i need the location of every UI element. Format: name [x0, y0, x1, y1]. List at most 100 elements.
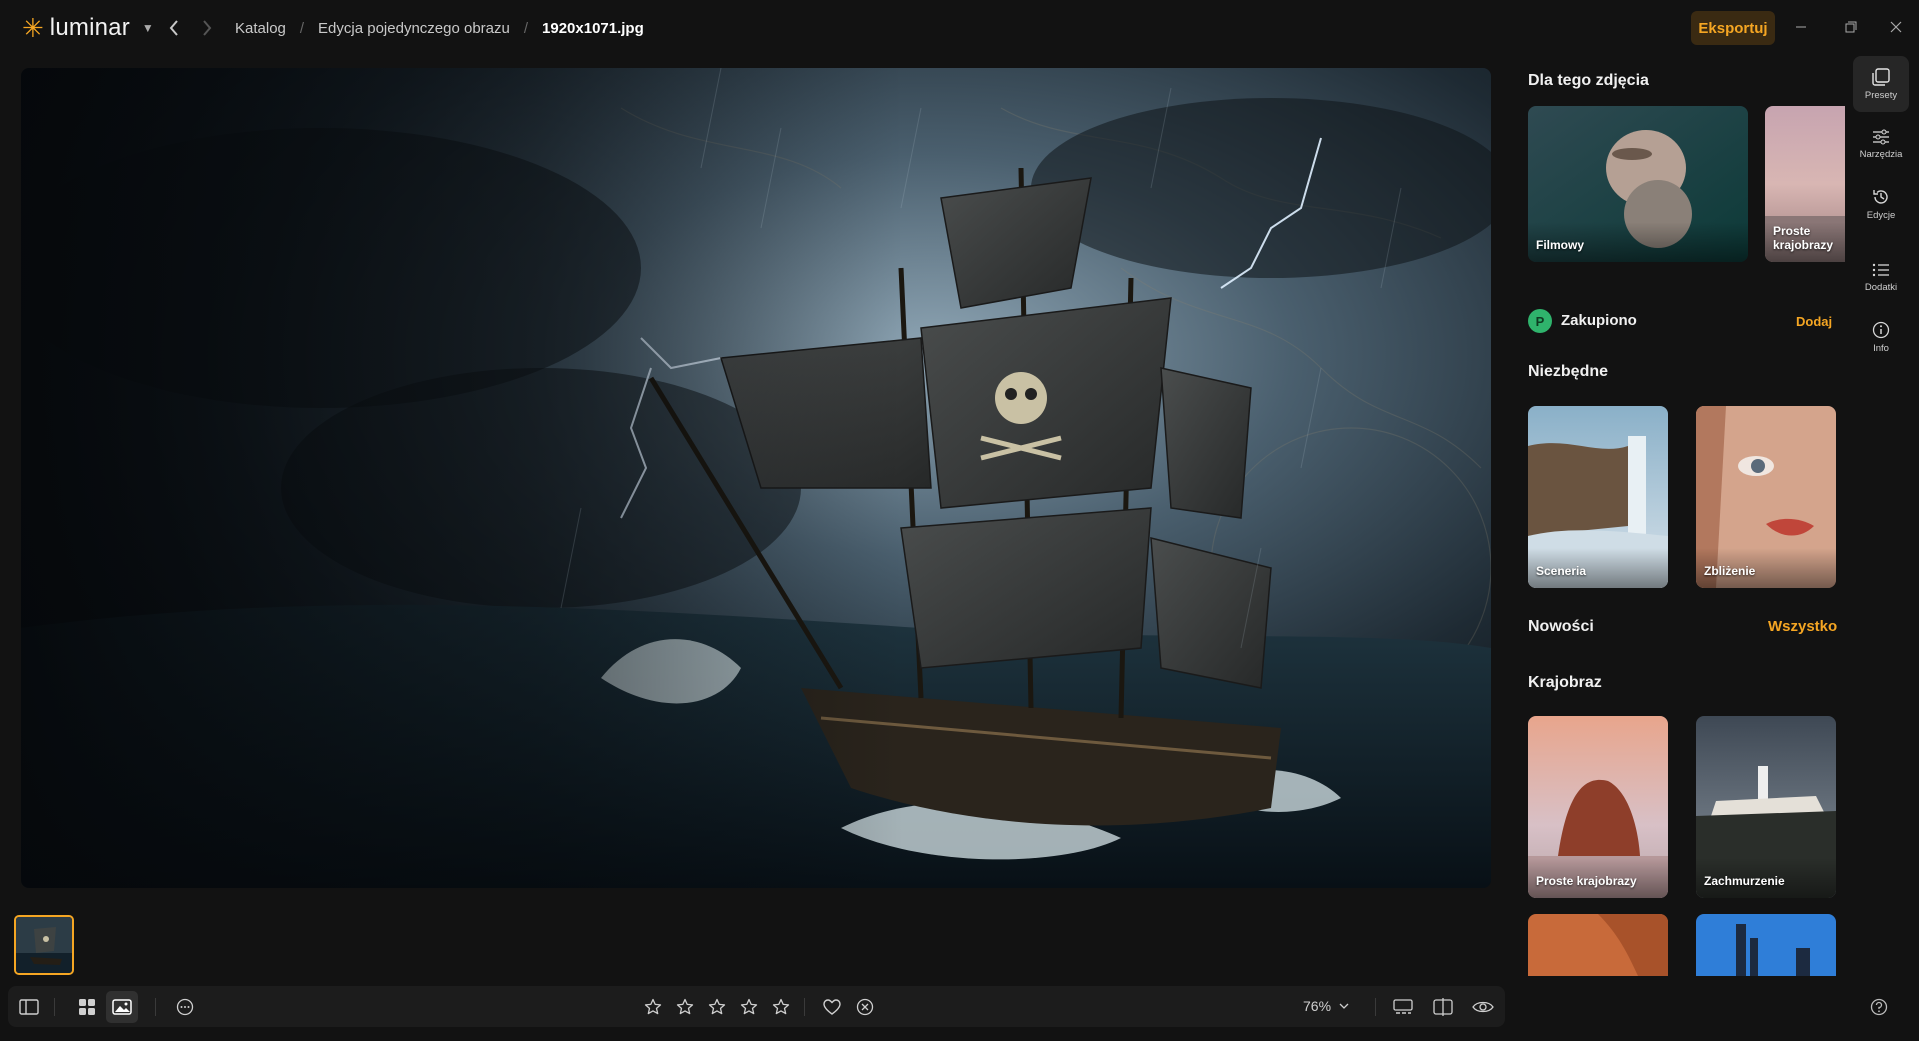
preset-thumbnail	[1696, 914, 1836, 976]
breadcrumb: Katalog / Edycja pojedynczego obrazu / 1…	[235, 20, 644, 37]
presets-panel: Dla tego zdjęcia Filmowy Proste krajobra…	[1505, 56, 1850, 976]
info-icon	[1872, 321, 1890, 338]
breadcrumb-catalog[interactable]: Katalog	[235, 20, 286, 37]
rating-star-button[interactable]	[765, 991, 797, 1023]
chevron-down-icon	[1339, 1003, 1349, 1009]
more-options-button[interactable]	[169, 991, 201, 1023]
presets-icon	[1872, 67, 1890, 86]
sliders-icon	[1873, 129, 1889, 144]
star-icon	[644, 998, 662, 1015]
toggle-sidebar-button[interactable]	[13, 991, 45, 1023]
main-image-canvas[interactable]	[21, 68, 1491, 888]
right-rail: Presety Narzędzia Edycje Dodatki Info	[1850, 56, 1919, 1041]
star-icon	[708, 998, 726, 1015]
reject-circle-icon	[856, 998, 874, 1016]
app-logo[interactable]: ✳ luminar ▼	[22, 14, 154, 42]
single-view-button[interactable]	[106, 991, 138, 1023]
rating-star-button[interactable]	[669, 991, 701, 1023]
preset-card-label: Proste krajobrazy	[1536, 874, 1637, 888]
rail-label: Info	[1873, 342, 1889, 354]
rail-presets[interactable]: Presety	[1853, 56, 1909, 112]
grid-view-button[interactable]	[71, 991, 103, 1023]
chevron-down-icon: ▼	[141, 21, 154, 35]
rail-tools[interactable]: Narzędzia	[1853, 116, 1909, 172]
breadcrumb-separator: /	[299, 20, 305, 37]
restore-icon	[1845, 21, 1857, 33]
preset-card-label: Zachmurzenie	[1704, 874, 1785, 888]
close-icon	[1890, 21, 1902, 33]
preview-button[interactable]	[1467, 991, 1499, 1023]
rating-star-button[interactable]	[637, 991, 669, 1023]
close-button[interactable]	[1881, 14, 1911, 40]
rail-info[interactable]: Info	[1853, 309, 1909, 365]
purchased-label[interactable]: Zakupiono	[1561, 312, 1637, 329]
history-icon	[1873, 189, 1888, 204]
zoom-value: 76%	[1303, 998, 1332, 1014]
top-bar: ✳ luminar ▼ Katalog / Edycja pojedynczeg…	[0, 0, 1919, 56]
section-title-news: Nowości	[1528, 618, 1594, 635]
rail-edits[interactable]: Edycje	[1853, 176, 1909, 232]
filmstrip-thumbnail[interactable]	[14, 915, 74, 975]
compare-button[interactable]	[1427, 991, 1459, 1023]
image-icon	[112, 999, 132, 1015]
star-icon	[676, 998, 694, 1015]
section-title-for-this-photo: Dla tego zdjęcia	[1528, 72, 1649, 89]
help-icon	[1870, 998, 1888, 1016]
toolbar-divider	[1375, 998, 1376, 1016]
preset-card-sceneria[interactable]: Sceneria	[1528, 406, 1668, 588]
add-purchased-link[interactable]: Dodaj	[1796, 314, 1832, 329]
compare-split-icon	[1433, 998, 1453, 1016]
breadcrumb-current-file: 1920x1071.jpg	[542, 20, 644, 37]
preset-thumbnail	[1528, 914, 1668, 976]
preset-card-filmowy[interactable]: Filmowy	[1528, 106, 1748, 262]
preset-card-proste-krajobrazy-2[interactable]: Proste krajobrazy	[1528, 716, 1668, 898]
purchased-icon: P	[1528, 309, 1552, 333]
filmstrip-icon	[1393, 999, 1413, 1014]
star-icon	[740, 998, 758, 1015]
preset-card-partial[interactable]	[1528, 914, 1668, 976]
pirate-ship-image	[21, 68, 1491, 888]
more-circle-icon	[176, 998, 194, 1016]
export-button[interactable]: Eksportuj	[1691, 11, 1775, 45]
restore-button[interactable]	[1836, 14, 1866, 40]
toolbar-divider	[54, 998, 55, 1016]
chevron-right-icon	[203, 20, 212, 36]
rail-label: Dodatki	[1864, 281, 1898, 293]
sidebar-toggle-icon	[19, 999, 39, 1015]
preset-card-label: Zbliżenie	[1704, 564, 1756, 578]
section-title-landscape: Krajobraz	[1528, 674, 1602, 691]
list-icon	[1872, 263, 1889, 276]
preset-card-label: Sceneria	[1536, 564, 1587, 578]
heart-icon	[823, 999, 841, 1015]
preset-card-zachmurzenie[interactable]: Zachmurzenie	[1696, 716, 1836, 898]
see-all-link[interactable]: Wszystko	[1768, 618, 1837, 635]
help-button[interactable]	[1866, 994, 1892, 1020]
toolbar-divider	[804, 998, 805, 1016]
minimize-button[interactable]	[1786, 14, 1816, 40]
star-icon	[772, 998, 790, 1015]
rating-star-button[interactable]	[701, 991, 733, 1023]
rail-label: Presety	[1864, 89, 1898, 101]
bottom-toolbar: 76%	[8, 986, 1505, 1027]
preset-card-zblizenie[interactable]: Zbliżenie	[1696, 406, 1836, 588]
grid-icon	[79, 999, 95, 1015]
preset-card-proste-krajobrazy[interactable]: Proste krajobrazy	[1765, 106, 1845, 262]
rating-star-button[interactable]	[733, 991, 765, 1023]
preset-card-label: Filmowy	[1536, 238, 1585, 252]
breadcrumb-separator: /	[523, 20, 529, 37]
preset-card-partial[interactable]	[1696, 914, 1836, 976]
forward-button[interactable]	[193, 14, 221, 42]
toolbar-divider	[155, 998, 156, 1016]
logo-text: luminar	[49, 14, 130, 41]
reject-button[interactable]	[849, 991, 881, 1023]
section-title-essentials: Niezbędne	[1528, 363, 1609, 380]
zoom-dropdown[interactable]: 76%	[1303, 998, 1349, 1014]
preset-card-label: Proste krajobrazy	[1773, 224, 1834, 252]
back-button[interactable]	[160, 14, 188, 42]
filmstrip-toggle-button[interactable]	[1387, 991, 1419, 1023]
chevron-left-icon	[169, 20, 178, 36]
rail-label: Narzędzia	[1859, 148, 1903, 160]
rail-extras[interactable]: Dodatki	[1853, 249, 1909, 305]
favorite-button[interactable]	[816, 991, 848, 1023]
breadcrumb-single-edit[interactable]: Edycja pojedynczego obrazu	[318, 20, 510, 37]
